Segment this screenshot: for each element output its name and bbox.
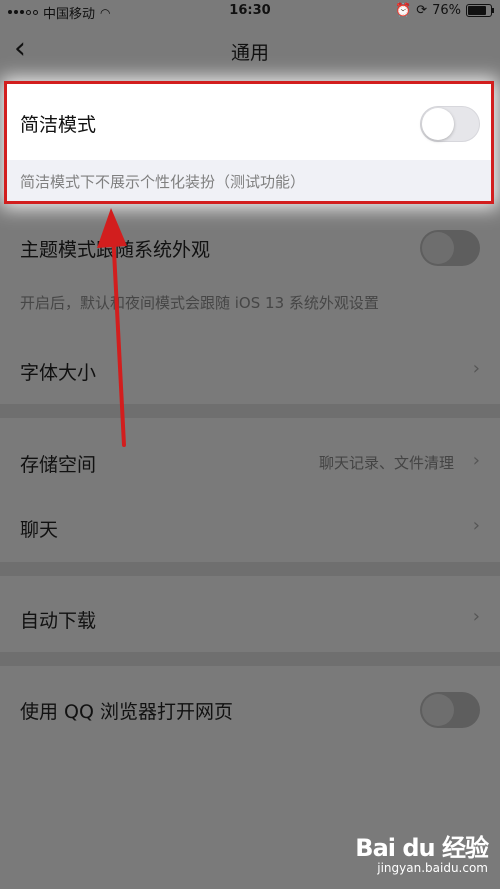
watermark-brand: Bai du 经验 [355,834,489,862]
annotation-arrow [97,208,127,447]
watermark-site: jingyan.baidu.com [377,861,488,875]
watermark: Bai du 经验 jingyan.baidu.com [355,828,489,875]
